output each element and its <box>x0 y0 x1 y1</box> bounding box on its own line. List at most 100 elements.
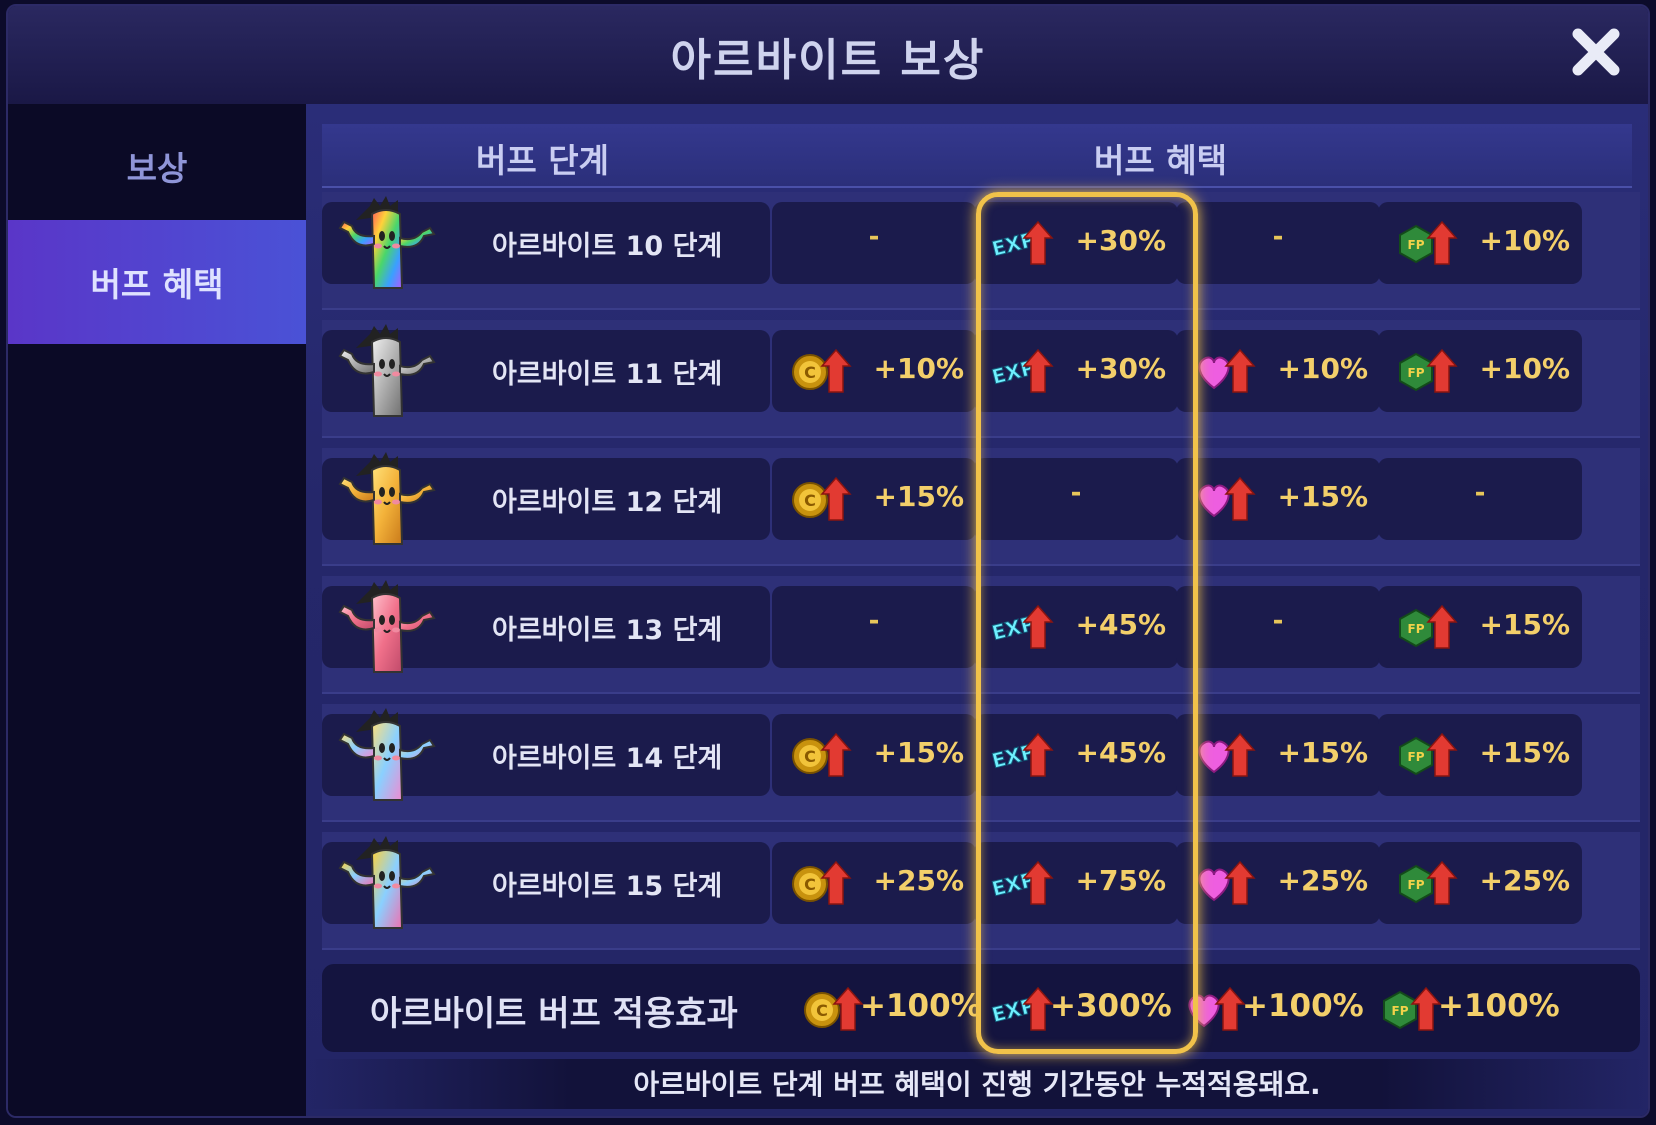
cactus-character-icon <box>338 708 436 801</box>
stage-label: 아르바이트 11 단계 <box>492 359 723 390</box>
coin-up-icon: C <box>792 348 852 393</box>
heart-value: +15% <box>1277 736 1368 769</box>
fp-up-icon: FP <box>1399 604 1458 649</box>
close-icon[interactable] <box>1570 26 1622 78</box>
heart-up-icon <box>1198 348 1256 393</box>
exp-buff-cell: EXP +30% <box>974 330 1178 412</box>
svg-text:FP: FP <box>1408 878 1425 892</box>
stage-name-box: 아르바이트 10 단계 <box>322 196 770 289</box>
heart-value: +15% <box>1277 480 1368 513</box>
stage-label: 아르바이트 14 단계 <box>492 743 723 774</box>
cactus-character-icon <box>338 196 436 289</box>
empty-value: - <box>868 222 880 252</box>
cactus-character-icon <box>338 452 436 545</box>
fp-buff-cell: FP +15% <box>1378 714 1582 796</box>
fp-up-icon: FP <box>1399 732 1458 777</box>
header-stage: 버프 단계 <box>476 141 609 180</box>
table-header: 버프 단계 버프 혜택 <box>322 124 1632 188</box>
sidebar-item-buff-benefit[interactable]: 버프 혜택 <box>8 220 306 344</box>
coin-value: +15% <box>873 736 964 769</box>
exp-value: +45% <box>1075 736 1166 769</box>
heart-value: +10% <box>1277 352 1368 385</box>
fp-buff-cell: FP +10% <box>1378 330 1582 412</box>
cactus-character-icon <box>338 836 436 929</box>
table-row: 아르바이트 11 단계 C +10% EXP +30% +10% FP +10% <box>322 320 1640 438</box>
stage-name-box: 아르바이트 11 단계 <box>322 324 770 417</box>
heart-buff-cell: +15% <box>1176 714 1380 796</box>
sidebar-item-label: 버프 혜택 <box>90 265 224 304</box>
heart-up-icon <box>1198 860 1256 905</box>
total-effect-row: 아르바이트 버프 적용효과 C +100% EXP +300% +100% FP… <box>322 964 1640 1052</box>
heart-value: +25% <box>1277 864 1368 897</box>
stage-label: 아르바이트 12 단계 <box>492 487 723 518</box>
exp-value: +75% <box>1075 864 1166 897</box>
coin-value: +25% <box>873 864 964 897</box>
stage-label: 아르바이트 13 단계 <box>492 615 723 646</box>
coin-up-icon: C <box>792 476 852 521</box>
heart-buff-cell: +15% <box>1176 458 1380 540</box>
table-row: 아르바이트 12 단계 C +15% - +15% - <box>322 448 1640 566</box>
empty-value: - <box>1070 478 1082 508</box>
cactus-character-icon <box>338 580 436 673</box>
stage-name-box: 아르바이트 15 단계 <box>322 836 770 929</box>
fp-buff-cell: FP +15% <box>1378 586 1582 668</box>
exp-buff-cell: EXP +75% <box>974 842 1178 924</box>
svg-text:FP: FP <box>1408 622 1425 636</box>
coin-value: +15% <box>873 480 964 513</box>
coin-buff-cell: C +15% <box>772 714 976 796</box>
table-row: 아르바이트 15 단계 C +25% EXP +75% +25% FP +25% <box>322 832 1640 950</box>
exp-up-icon: EXP <box>989 732 1054 777</box>
stage-name-box: 아르바이트 13 단계 <box>322 580 770 673</box>
heart-buff-cell: - <box>1176 202 1380 284</box>
exp-buff-cell: EXP +30% <box>974 202 1178 284</box>
svg-text:C: C <box>804 491 816 510</box>
fp-up-icon: FP <box>1383 986 1442 1031</box>
coin-up-icon: C <box>792 860 852 905</box>
coin-buff-cell: C +25% <box>772 842 976 924</box>
total-exp-value: +300% <box>1050 988 1172 1024</box>
svg-text:FP: FP <box>1392 1004 1409 1018</box>
empty-value: - <box>1272 222 1284 252</box>
heart-buff-cell: +25% <box>1176 842 1380 924</box>
coin-buff-cell: - <box>772 586 976 668</box>
fp-value: +15% <box>1479 608 1570 641</box>
reward-window: 아르바이트 보상 보상 버프 혜택 버프 단계 버프 혜택 아르바이트 10 단… <box>6 4 1650 1118</box>
sidebar-item-reward[interactable]: 보상 <box>8 104 306 228</box>
heart-buff-cell: - <box>1176 586 1380 668</box>
stage-label: 아르바이트 10 단계 <box>492 231 723 262</box>
svg-text:C: C <box>804 363 816 382</box>
coin-up-icon: C <box>804 986 864 1031</box>
coin-up-icon: C <box>792 732 852 777</box>
fp-buff-cell: FP +25% <box>1378 842 1582 924</box>
empty-value: - <box>1272 606 1284 636</box>
footer-note: 아르바이트 단계 버프 혜택이 진행 기간동안 누적적용돼요. <box>306 1059 1648 1109</box>
exp-value: +30% <box>1075 352 1166 385</box>
svg-text:FP: FP <box>1408 750 1425 764</box>
stage-label: 아르바이트 15 단계 <box>492 871 723 902</box>
buff-panel: 버프 단계 버프 혜택 아르바이트 10 단계 - EXP +30% - FP +10% 아르… <box>306 104 1648 1116</box>
exp-buff-cell: EXP +45% <box>974 714 1178 796</box>
table-row: 아르바이트 13 단계 - EXP +45% - FP +15% <box>322 576 1640 694</box>
coin-buff-cell: - <box>772 202 976 284</box>
exp-value: +30% <box>1075 224 1166 257</box>
total-coin-value: +100% <box>860 988 982 1024</box>
sidebar-item-label: 보상 <box>126 149 188 188</box>
stage-name-box: 아르바이트 14 단계 <box>322 708 770 801</box>
cactus-character-icon <box>338 324 436 417</box>
exp-up-icon: EXP <box>989 348 1054 393</box>
empty-value: - <box>868 606 880 636</box>
fp-up-icon: FP <box>1399 348 1458 393</box>
heart-up-icon <box>1198 476 1256 521</box>
exp-up-icon: EXP <box>989 604 1054 649</box>
fp-buff-cell: FP +10% <box>1378 202 1582 284</box>
heart-buff-cell: +10% <box>1176 330 1380 412</box>
fp-value: +10% <box>1479 224 1570 257</box>
svg-text:FP: FP <box>1408 366 1425 380</box>
exp-up-icon: EXP <box>989 860 1054 905</box>
window-title: 아르바이트 보상 <box>670 35 986 86</box>
svg-text:C: C <box>816 1001 828 1020</box>
sidebar: 보상 버프 혜택 <box>8 104 306 1116</box>
fp-value: +25% <box>1479 864 1570 897</box>
fp-up-icon: FP <box>1399 220 1458 265</box>
fp-up-icon: FP <box>1399 860 1458 905</box>
